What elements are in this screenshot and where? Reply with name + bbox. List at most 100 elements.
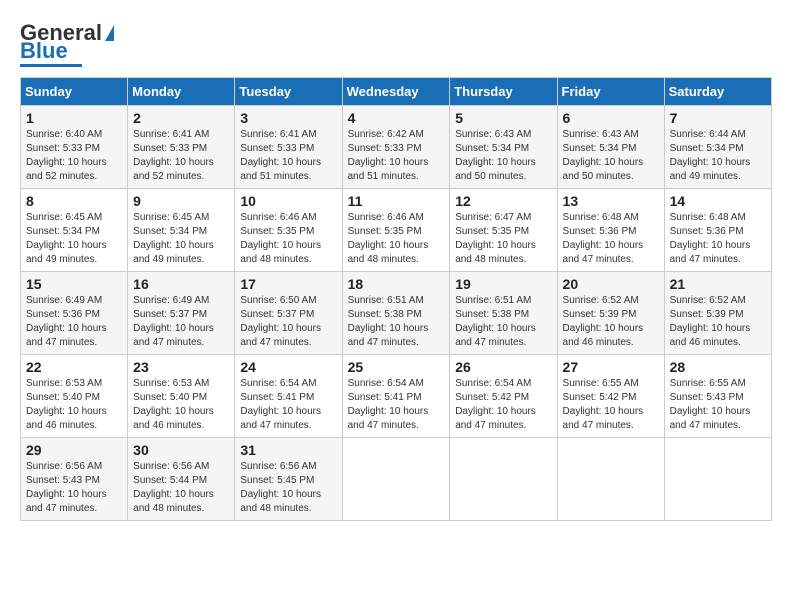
- calendar-cell: 26Sunrise: 6:54 AMSunset: 5:42 PMDayligh…: [450, 354, 557, 437]
- day-number: 5: [455, 110, 551, 126]
- calendar-cell: 10 Sunrise: 6:46 AMSunset: 5:35 PMDayligh…: [235, 188, 342, 271]
- day-info: Sunrise: 6:53 AMSunset: 5:40 PMDaylight:…: [133, 377, 229, 433]
- calendar-cell: 1 Sunrise: 6:40 AMSunset: 5:33 PMDaylight…: [21, 105, 128, 188]
- calendar-cell: 30 Sunrise: 6:56 AMSunset: 5:44 PMDayligh…: [128, 437, 235, 520]
- day-number: 26: [455, 359, 551, 375]
- calendar-cell: 29 Sunrise: 6:56 AMSunset: 5:43 PMDayligh…: [21, 437, 128, 520]
- calendar-cell: 16 Sunrise: 6:49 AMSunset: 5:37 PMDayligh…: [128, 271, 235, 354]
- day-number: 16: [133, 276, 229, 292]
- calendar-cell: 15 Sunrise: 6:49 AMSunset: 5:36 PMDayligh…: [21, 271, 128, 354]
- logo-blue: Blue: [20, 42, 68, 60]
- calendar-cell: [342, 437, 450, 520]
- calendar-cell: 17 Sunrise: 6:50 AMSunset: 5:37 PMDayligh…: [235, 271, 342, 354]
- calendar-cell: 6 Sunrise: 6:43 AMSunset: 5:34 PMDaylight…: [557, 105, 664, 188]
- day-number: 18: [348, 276, 445, 292]
- calendar-cell: 25 Sunrise: 6:54 AMSunset: 5:41 PMDayligh…: [342, 354, 450, 437]
- calendar-cell: 27Sunrise: 6:55 AMSunset: 5:42 PMDayligh…: [557, 354, 664, 437]
- day-info: Sunrise: 6:47 AMSunset: 5:35 PMDaylight:…: [455, 211, 551, 267]
- calendar-table: SundayMondayTuesdayWednesdayThursdayFrid…: [20, 77, 772, 521]
- day-number: 11: [348, 193, 445, 209]
- day-info: Sunrise: 6:56 AMSunset: 5:43 PMDaylight:…: [26, 460, 122, 516]
- calendar-cell: 5Sunrise: 6:43 AMSunset: 5:34 PMDaylight…: [450, 105, 557, 188]
- day-info: Sunrise: 6:52 AMSunset: 5:39 PMDaylight:…: [563, 294, 659, 350]
- calendar-cell: [450, 437, 557, 520]
- day-info: Sunrise: 6:41 AMSunset: 5:33 PMDaylight:…: [133, 128, 229, 184]
- weekday-header-monday: Monday: [128, 77, 235, 105]
- calendar-cell: 11 Sunrise: 6:46 AMSunset: 5:35 PMDayligh…: [342, 188, 450, 271]
- calendar-cell: 23 Sunrise: 6:53 AMSunset: 5:40 PMDayligh…: [128, 354, 235, 437]
- day-info: Sunrise: 6:44 AMSunset: 5:34 PMDaylight:…: [670, 128, 766, 184]
- page-header: General Blue: [20, 20, 772, 67]
- calendar-cell: 8 Sunrise: 6:45 AMSunset: 5:34 PMDaylight…: [21, 188, 128, 271]
- day-number: 30: [133, 442, 229, 458]
- day-number: 1: [26, 110, 122, 126]
- day-number: 27: [563, 359, 659, 375]
- day-number: 15: [26, 276, 122, 292]
- day-number: 25: [348, 359, 445, 375]
- day-info: Sunrise: 6:53 AMSunset: 5:40 PMDaylight:…: [26, 377, 122, 433]
- day-info: Sunrise: 6:55 AMSunset: 5:43 PMDaylight:…: [670, 377, 766, 433]
- calendar-cell: 24Sunrise: 6:54 AMSunset: 5:41 PMDayligh…: [235, 354, 342, 437]
- day-info: Sunrise: 6:51 AMSunset: 5:38 PMDaylight:…: [348, 294, 445, 350]
- day-number: 3: [240, 110, 336, 126]
- day-number: 24: [240, 359, 336, 375]
- calendar-cell: 20 Sunrise: 6:52 AMSunset: 5:39 PMDayligh…: [557, 271, 664, 354]
- weekday-header-thursday: Thursday: [450, 77, 557, 105]
- day-number: 31: [240, 442, 336, 458]
- day-info: Sunrise: 6:46 AMSunset: 5:35 PMDaylight:…: [240, 211, 336, 267]
- calendar-cell: 28 Sunrise: 6:55 AMSunset: 5:43 PMDayligh…: [664, 354, 771, 437]
- day-info: Sunrise: 6:49 AMSunset: 5:37 PMDaylight:…: [133, 294, 229, 350]
- day-number: 23: [133, 359, 229, 375]
- day-number: 29: [26, 442, 122, 458]
- day-number: 17: [240, 276, 336, 292]
- day-info: Sunrise: 6:48 AMSunset: 5:36 PMDaylight:…: [670, 211, 766, 267]
- day-info: Sunrise: 6:45 AMSunset: 5:34 PMDaylight:…: [133, 211, 229, 267]
- day-info: Sunrise: 6:41 AMSunset: 5:33 PMDaylight:…: [240, 128, 336, 184]
- day-info: Sunrise: 6:43 AMSunset: 5:34 PMDaylight:…: [563, 128, 659, 184]
- day-number: 21: [670, 276, 766, 292]
- day-number: 10: [240, 193, 336, 209]
- day-info: Sunrise: 6:42 AMSunset: 5:33 PMDaylight:…: [348, 128, 445, 184]
- day-info: Sunrise: 6:56 AMSunset: 5:44 PMDaylight:…: [133, 460, 229, 516]
- day-info: Sunrise: 6:48 AMSunset: 5:36 PMDaylight:…: [563, 211, 659, 267]
- calendar-cell: 3 Sunrise: 6:41 AMSunset: 5:33 PMDaylight…: [235, 105, 342, 188]
- day-number: 8: [26, 193, 122, 209]
- calendar-cell: 13 Sunrise: 6:48 AMSunset: 5:36 PMDayligh…: [557, 188, 664, 271]
- weekday-header-friday: Friday: [557, 77, 664, 105]
- day-number: 20: [563, 276, 659, 292]
- day-info: Sunrise: 6:40 AMSunset: 5:33 PMDaylight:…: [26, 128, 122, 184]
- day-number: 7: [670, 110, 766, 126]
- day-number: 22: [26, 359, 122, 375]
- day-number: 12: [455, 193, 551, 209]
- calendar-cell: 22 Sunrise: 6:53 AMSunset: 5:40 PMDayligh…: [21, 354, 128, 437]
- calendar-cell: 12 Sunrise: 6:47 AMSunset: 5:35 PMDayligh…: [450, 188, 557, 271]
- calendar-cell: 9 Sunrise: 6:45 AMSunset: 5:34 PMDaylight…: [128, 188, 235, 271]
- day-info: Sunrise: 6:50 AMSunset: 5:37 PMDaylight:…: [240, 294, 336, 350]
- day-info: Sunrise: 6:46 AMSunset: 5:35 PMDaylight:…: [348, 211, 445, 267]
- calendar-cell: 19 Sunrise: 6:51 AMSunset: 5:38 PMDayligh…: [450, 271, 557, 354]
- weekday-header-sunday: Sunday: [21, 77, 128, 105]
- day-info: Sunrise: 6:56 AMSunset: 5:45 PMDaylight:…: [240, 460, 336, 516]
- day-info: Sunrise: 6:52 AMSunset: 5:39 PMDaylight:…: [670, 294, 766, 350]
- calendar-cell: [557, 437, 664, 520]
- calendar-cell: 21 Sunrise: 6:52 AMSunset: 5:39 PMDayligh…: [664, 271, 771, 354]
- calendar-cell: 14Sunrise: 6:48 AMSunset: 5:36 PMDayligh…: [664, 188, 771, 271]
- calendar-cell: 18 Sunrise: 6:51 AMSunset: 5:38 PMDayligh…: [342, 271, 450, 354]
- calendar-cell: [664, 437, 771, 520]
- weekday-header-saturday: Saturday: [664, 77, 771, 105]
- day-number: 13: [563, 193, 659, 209]
- day-info: Sunrise: 6:49 AMSunset: 5:36 PMDaylight:…: [26, 294, 122, 350]
- day-info: Sunrise: 6:51 AMSunset: 5:38 PMDaylight:…: [455, 294, 551, 350]
- calendar-cell: 2Sunrise: 6:41 AMSunset: 5:33 PMDaylight…: [128, 105, 235, 188]
- weekday-header-tuesday: Tuesday: [235, 77, 342, 105]
- logo-underline: [20, 64, 82, 67]
- day-number: 6: [563, 110, 659, 126]
- day-info: Sunrise: 6:54 AMSunset: 5:41 PMDaylight:…: [348, 377, 445, 433]
- day-number: 9: [133, 193, 229, 209]
- day-number: 28: [670, 359, 766, 375]
- logo: General Blue: [20, 20, 114, 67]
- day-info: Sunrise: 6:45 AMSunset: 5:34 PMDaylight:…: [26, 211, 122, 267]
- logo-triangle-icon: [105, 25, 114, 41]
- day-number: 19: [455, 276, 551, 292]
- weekday-header-wednesday: Wednesday: [342, 77, 450, 105]
